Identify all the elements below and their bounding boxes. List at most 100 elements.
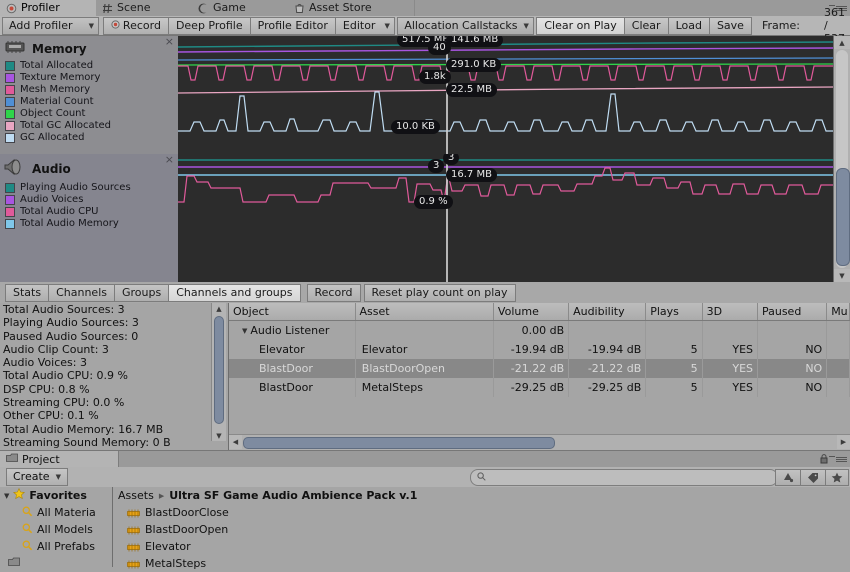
profiler-icon bbox=[6, 3, 17, 14]
tab-asset-store[interactable]: Asset Store bbox=[288, 0, 415, 16]
save-button[interactable]: Save bbox=[709, 16, 752, 35]
allocation-callstacks-label: Allocation Callstacks bbox=[404, 18, 518, 32]
tab-channels[interactable]: Channels bbox=[49, 283, 115, 302]
tab-groups[interactable]: Groups bbox=[115, 283, 170, 302]
column-header-mute[interactable]: Mu bbox=[827, 303, 850, 320]
scroll-left-icon[interactable]: ◀ bbox=[229, 435, 242, 449]
table-row[interactable]: BlastDoor MetalSteps -29.25 dB -29.25 dB… bbox=[229, 378, 850, 397]
legend-item-playing-audio-sources[interactable]: Playing Audio Sources bbox=[0, 181, 178, 193]
graph-vertical-scrollbar[interactable]: ▲ ▼ bbox=[833, 36, 850, 282]
column-header-paused[interactable]: Paused bbox=[758, 303, 828, 320]
reset-play-count-button[interactable]: Reset play count on play bbox=[363, 283, 516, 302]
memory-graph-pane: × Memory Total Allocated Texture Memory … bbox=[0, 36, 850, 154]
tab-channels-and-groups[interactable]: Channels and groups bbox=[169, 283, 301, 302]
scroll-up-icon[interactable]: ▲ bbox=[834, 36, 850, 49]
audio-module-tabs: Stats Channels Groups Channels and group… bbox=[0, 282, 850, 304]
column-header-audibility[interactable]: Audibility bbox=[569, 303, 647, 320]
memory-plot[interactable]: 517.5 MB 141.6 MB 40 291.0 KB 1.8k 22.5 … bbox=[178, 36, 834, 154]
scroll-thumb[interactable] bbox=[214, 316, 224, 424]
column-header-3d[interactable]: 3D bbox=[703, 303, 758, 320]
editor-dropdown[interactable]: Editor ▼ bbox=[335, 16, 395, 35]
tree-item-all-prefabs[interactable]: All Prefabs bbox=[0, 538, 112, 555]
legend-item-mesh-memory[interactable]: Mesh Memory bbox=[0, 83, 178, 95]
star-icon bbox=[13, 487, 26, 503]
legend-item-total-audio-cpu[interactable]: Total Audio CPU bbox=[0, 205, 178, 217]
stat-line: Streaming CPU: 0.0 % bbox=[3, 396, 125, 410]
column-header-object[interactable]: Object bbox=[229, 303, 356, 320]
scroll-up-icon[interactable]: ▲ bbox=[212, 303, 226, 314]
swatch-icon bbox=[5, 132, 15, 143]
load-button[interactable]: Load bbox=[668, 16, 710, 35]
stat-line: Streaming Sound Memory: 0 B bbox=[3, 435, 171, 449]
memory-legend: × Memory Total Allocated Texture Memory … bbox=[0, 36, 179, 154]
scroll-down-icon[interactable]: ▼ bbox=[834, 269, 850, 282]
deep-profile-button[interactable]: Deep Profile bbox=[168, 16, 251, 35]
record-button[interactable]: Record bbox=[102, 16, 169, 35]
scroll-thumb[interactable] bbox=[836, 168, 850, 266]
close-icon[interactable]: × bbox=[165, 36, 174, 47]
cell-3d bbox=[703, 321, 758, 340]
tab-stats[interactable]: Stats bbox=[5, 283, 50, 302]
profile-editor-button[interactable]: Profile Editor bbox=[250, 16, 336, 35]
audio-plot[interactable]: 3 3 16.7 MB 0.9 % bbox=[178, 154, 834, 282]
create-button[interactable]: Create ▼ bbox=[6, 468, 68, 486]
stats-vertical-scrollbar[interactable]: ▲ ▼ bbox=[211, 303, 226, 441]
table-row[interactable]: ▼ Audio Listener 0.00 dB bbox=[229, 321, 850, 340]
list-item[interactable]: MetalSteps bbox=[113, 555, 850, 572]
tab-project[interactable]: Project bbox=[0, 451, 119, 468]
record-icon bbox=[111, 18, 120, 34]
chevron-down-icon[interactable]: ▼ bbox=[242, 322, 247, 340]
swatch-icon bbox=[5, 108, 15, 119]
column-header-plays[interactable]: Plays bbox=[646, 303, 703, 320]
close-icon[interactable]: × bbox=[165, 154, 174, 165]
add-profiler-dropdown[interactable]: Add Profiler ▼ bbox=[2, 16, 99, 35]
column-header-volume[interactable]: Volume bbox=[494, 303, 570, 320]
clear-on-play-button[interactable]: Clear on Play bbox=[536, 16, 625, 35]
project-menu-icon[interactable] bbox=[825, 454, 847, 464]
table-row[interactable]: BlastDoor BlastDoorOpen -21.22 dB -21.22… bbox=[229, 359, 850, 378]
chevron-down-icon: ▼ bbox=[384, 21, 390, 30]
table-horizontal-scrollbar[interactable]: ◀ ▶ bbox=[229, 434, 850, 450]
cell-plays bbox=[646, 321, 703, 340]
allocation-callstacks-dropdown[interactable]: Allocation Callstacks ▼ bbox=[397, 16, 534, 35]
breadcrumb-root[interactable]: Assets bbox=[118, 489, 154, 502]
list-item-label: BlastDoorClose bbox=[145, 506, 229, 519]
scroll-down-icon[interactable]: ▼ bbox=[212, 430, 226, 441]
legend-item-gc-allocated[interactable]: GC Allocated bbox=[0, 131, 178, 143]
stat-line: Audio Voices: 3 bbox=[3, 356, 87, 370]
tab-label: Scene bbox=[117, 1, 151, 14]
project-toolbar: Create ▼ bbox=[0, 467, 850, 488]
tab-label: Profiler bbox=[21, 1, 60, 14]
list-item[interactable]: BlastDoorClose bbox=[113, 504, 850, 521]
list-item[interactable]: Elevator bbox=[113, 538, 850, 555]
legend-item-material-count[interactable]: Material Count bbox=[0, 95, 178, 107]
favorites-filter-button[interactable] bbox=[825, 469, 849, 486]
legend-item-texture-memory[interactable]: Texture Memory bbox=[0, 71, 178, 83]
tree-item-assets-folder[interactable] bbox=[0, 555, 112, 572]
cell-volume: -19.94 dB bbox=[494, 340, 570, 359]
stat-line: Paused Audio Sources: 0 bbox=[3, 329, 139, 343]
scroll-right-icon[interactable]: ▶ bbox=[837, 435, 850, 449]
search-icon bbox=[22, 540, 33, 554]
filter-by-type-button[interactable] bbox=[775, 469, 801, 486]
audio-clip-icon bbox=[127, 508, 140, 518]
legend-item-total-gc-allocated[interactable]: Total GC Allocated bbox=[0, 119, 178, 131]
tree-item-all-materials[interactable]: All Materia bbox=[0, 504, 112, 521]
scroll-thumb[interactable] bbox=[243, 437, 555, 449]
legend-item-audio-voices[interactable]: Audio Voices bbox=[0, 193, 178, 205]
table-row[interactable]: Elevator Elevator -19.94 dB -19.94 dB 5 … bbox=[229, 340, 850, 359]
search-input[interactable] bbox=[470, 469, 778, 486]
filter-by-label-button[interactable] bbox=[800, 469, 826, 486]
stat-line: Total Audio Sources: 3 bbox=[3, 303, 125, 316]
tree-item-favorites[interactable]: ▼ Favorites bbox=[0, 487, 112, 504]
record-toggle-button[interactable]: Record bbox=[306, 283, 361, 302]
tree-item-all-models[interactable]: All Models bbox=[0, 521, 112, 538]
audio-label-audio-voices: 3 bbox=[428, 159, 445, 173]
column-header-asset[interactable]: Asset bbox=[356, 303, 494, 320]
legend-item-object-count[interactable]: Object Count bbox=[0, 107, 178, 119]
legend-item-total-allocated[interactable]: Total Allocated bbox=[0, 59, 178, 71]
chevron-down-icon[interactable]: ▼ bbox=[4, 492, 9, 500]
clear-button[interactable]: Clear bbox=[624, 16, 669, 35]
legend-item-total-audio-memory[interactable]: Total Audio Memory bbox=[0, 217, 178, 229]
list-item[interactable]: BlastDoorOpen bbox=[113, 521, 850, 538]
